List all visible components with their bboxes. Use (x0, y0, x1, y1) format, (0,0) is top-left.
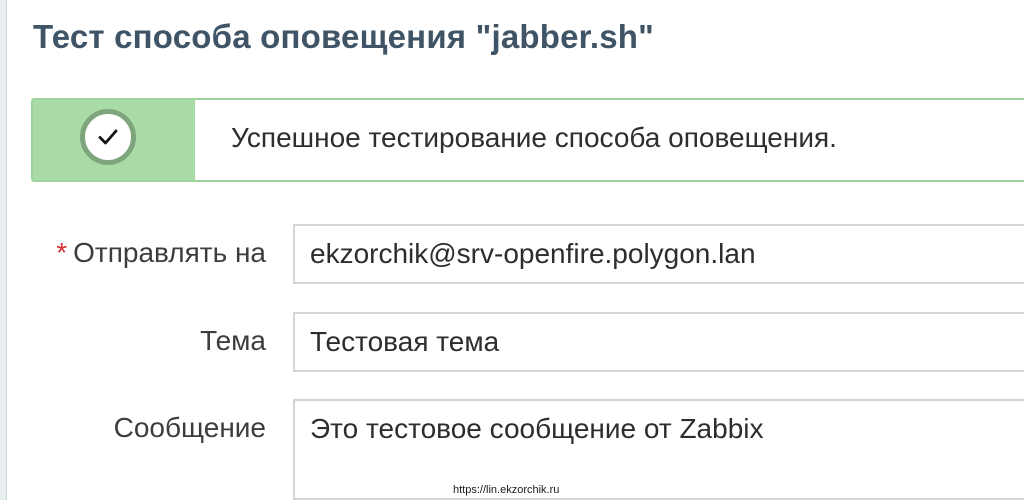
subject-input[interactable]: Тестовая тема (293, 312, 1024, 372)
test-media-type-dialog: Тест способа оповещения "jabber.sh" Успе… (0, 0, 1024, 500)
subject-row: Тема Тестовая тема (0, 312, 1024, 372)
source-link[interactable]: https://lin.ekzorchik.ru (453, 484, 559, 496)
send-to-label: * Отправлять на (56, 237, 266, 269)
success-message: Успешное тестирование способа оповещения… (31, 98, 1024, 182)
message-icon-area (33, 100, 195, 180)
send-to-label-text: Отправлять на (73, 237, 266, 268)
subject-label: Тема (200, 325, 266, 356)
send-to-row: * Отправлять на ekzorchik@srv-openfire.po… (0, 224, 1024, 284)
success-message-text: Успешное тестирование способа оповещения… (231, 122, 837, 153)
dialog-title: Тест способа оповещения "jabber.sh" (33, 18, 655, 55)
message-label: Сообщение (113, 412, 266, 443)
send-to-input[interactable]: ekzorchik@srv-openfire.polygon.lan (293, 224, 1024, 284)
required-mark: * (56, 237, 68, 268)
message-textarea[interactable]: Это тестовое сообщение от Zabbix (293, 399, 1024, 500)
check-circle-icon (80, 109, 136, 165)
